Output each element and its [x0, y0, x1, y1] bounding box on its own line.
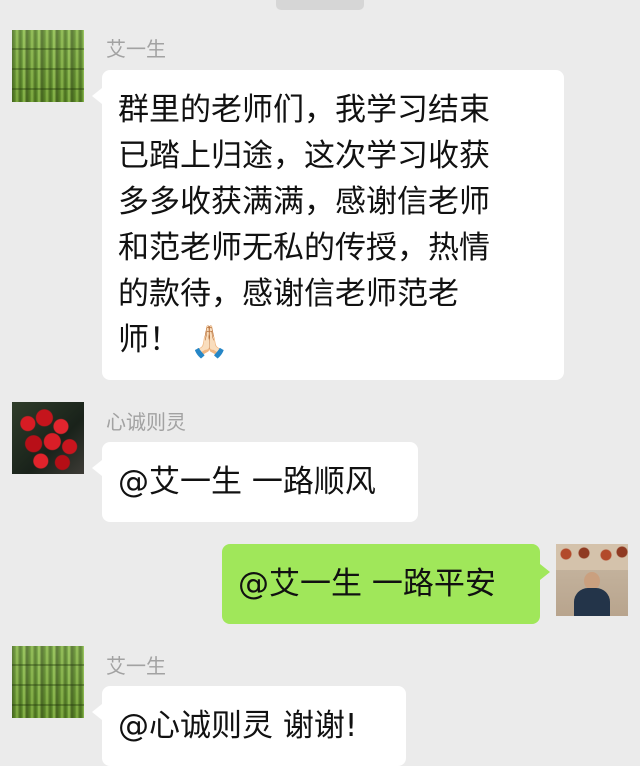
avatar-person-body	[574, 588, 610, 616]
sender-avatar[interactable]	[12, 30, 84, 102]
praying-hands-icon: 🙏🏻	[190, 324, 229, 360]
message-text-line: 师！	[118, 322, 180, 358]
message-text-last-line: 师！ 🙏🏻	[118, 317, 546, 363]
message-text: @艾一生 一路顺风	[118, 464, 376, 500]
top-scroll-indicator	[276, 0, 364, 10]
sender-name: 心诚则灵	[106, 410, 186, 434]
message-text: @艾一生 一路平安	[238, 566, 496, 602]
sender-name: 艾一生	[106, 37, 166, 61]
self-avatar[interactable]	[556, 544, 628, 616]
message-text-line: 和范老师无私的传授，热情	[118, 230, 490, 266]
sender-name: 艾一生	[106, 654, 166, 678]
message-bubble-outgoing[interactable]: @艾一生 一路平安	[222, 544, 550, 624]
message-bubble[interactable]: @心诚则灵 谢谢!	[92, 686, 406, 766]
message-text-line: 群里的老师们，我学习结束	[118, 92, 490, 128]
message-bubble[interactable]: 群里的老师们，我学习结束 已踏上归途，这次学习收获 多多收获满满，感谢信老师 和…	[92, 70, 564, 380]
message-text-line: 已踏上归途，这次学习收获	[118, 138, 490, 174]
sender-avatar[interactable]	[12, 402, 84, 474]
message-text: @心诚则灵 谢谢!	[118, 708, 358, 744]
message-text-line: 多多收获满满，感谢信老师	[118, 184, 490, 220]
message-bubble[interactable]: @艾一生 一路顺风	[92, 442, 418, 522]
sender-avatar[interactable]	[12, 646, 84, 718]
message-text-line: 的款待，感谢信老师范老	[118, 276, 459, 312]
avatar-background-decor	[556, 544, 628, 570]
